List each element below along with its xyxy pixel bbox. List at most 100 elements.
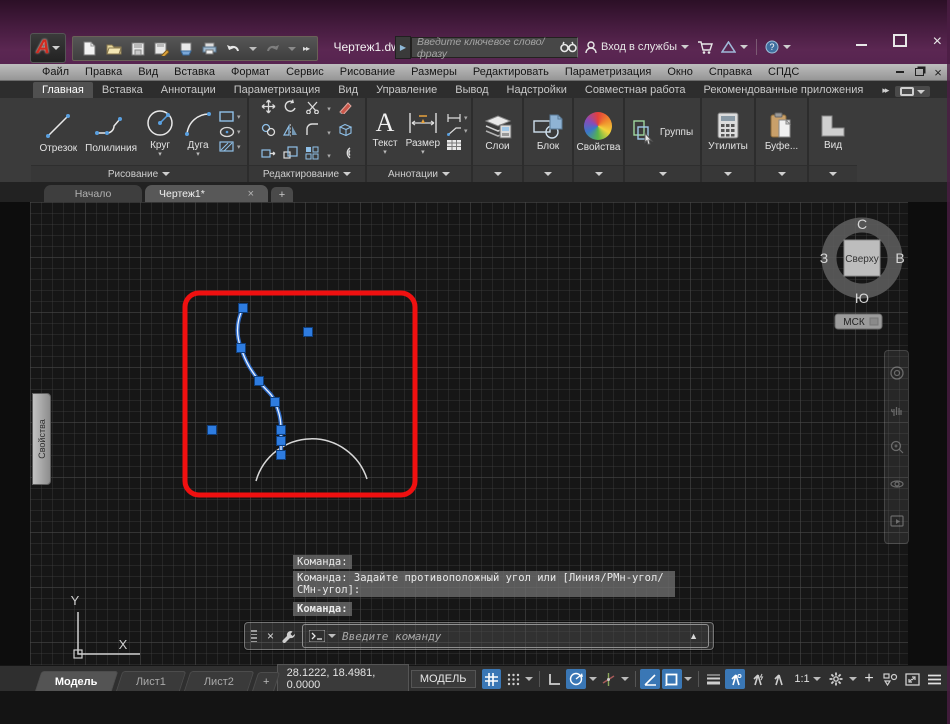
ribbon-tab-output[interactable]: Вывод	[446, 82, 497, 98]
close-button[interactable]: ×	[933, 34, 942, 50]
search-binoculars-icon[interactable]	[560, 41, 577, 53]
panel-clipboard-footer[interactable]	[756, 165, 807, 182]
print-icon[interactable]	[201, 40, 218, 57]
ellipse-button[interactable]: ▾	[219, 126, 241, 138]
grid-toggle[interactable]	[481, 669, 502, 689]
clean-screen-toggle[interactable]	[903, 669, 923, 689]
command-bar-close-icon[interactable]: ×	[261, 629, 280, 643]
polyline-button[interactable]: Полилиния	[83, 111, 139, 154]
panel-utilities-footer[interactable]	[702, 165, 754, 182]
circle-button[interactable]: Круг ▾	[143, 108, 177, 158]
save-icon[interactable]	[129, 40, 146, 57]
fillet-button[interactable]	[305, 123, 320, 142]
open-file-icon[interactable]	[105, 40, 122, 57]
mdi-close-button[interactable]: ×	[932, 65, 944, 80]
menu-parametric[interactable]: Параметризация	[557, 64, 659, 80]
file-tab-start[interactable]: Начало	[44, 185, 142, 202]
polar-tracking-toggle[interactable]	[566, 669, 587, 689]
isodraft-toggle[interactable]	[599, 669, 619, 689]
redo-icon[interactable]	[264, 40, 281, 57]
snap-dropdown-icon[interactable]	[525, 669, 534, 689]
store-cart-icon[interactable]	[697, 40, 714, 54]
mdi-restore-button[interactable]	[913, 66, 925, 78]
viewcube-north[interactable]: С	[857, 216, 867, 232]
arc-entity[interactable]	[255, 438, 368, 482]
viewcube[interactable]: С Ю З В Сверху МСК	[820, 216, 905, 330]
menu-window[interactable]: Окно	[659, 64, 701, 80]
ribbon-tab-featured-apps[interactable]: Рекомендованные приложения	[695, 82, 873, 98]
annotation-autoscale-toggle[interactable]	[747, 669, 767, 689]
undo-dropdown-icon[interactable]	[249, 46, 257, 51]
command-bar[interactable]: × Введите команду ▲	[244, 622, 714, 650]
snap-toggle[interactable]	[503, 669, 523, 689]
ucs-selector-dropdown-icon[interactable]	[869, 317, 879, 326]
hatch-button[interactable]: ▾	[219, 141, 241, 153]
lineweight-toggle[interactable]	[704, 669, 724, 689]
ucs-icon[interactable]: Y X	[71, 593, 140, 659]
save-as-icon[interactable]	[153, 40, 170, 57]
annotation-scale-icon[interactable]	[769, 669, 789, 689]
undo-icon[interactable]	[225, 40, 242, 57]
menu-help[interactable]: Справка	[701, 64, 760, 80]
leader-button[interactable]: ▾	[446, 126, 468, 136]
panel-block-footer[interactable]	[524, 165, 572, 182]
menu-modify[interactable]: Редактировать	[465, 64, 557, 80]
command-bar-drag-handle[interactable]	[245, 630, 261, 642]
panel-draw-footer[interactable]: Рисование	[31, 165, 247, 182]
grip-points[interactable]	[207, 303, 313, 460]
text-button[interactable]: A Текст ▾	[370, 109, 399, 156]
ribbon-tab-view[interactable]: Вид	[329, 82, 367, 98]
signin-button[interactable]: Вход в службы	[585, 40, 690, 54]
menu-dimension[interactable]: Размеры	[403, 64, 465, 80]
dimension-button[interactable]: Размер ▾	[404, 110, 442, 156]
array-button[interactable]	[305, 146, 320, 165]
mdi-minimize-button[interactable]	[894, 66, 906, 78]
layout-tab-model[interactable]: Модель	[34, 671, 119, 692]
panel-modify-footer[interactable]: Редактирование	[249, 165, 365, 182]
command-history-expand-icon[interactable]: ▲	[689, 631, 702, 641]
rotate-button[interactable]	[283, 99, 298, 119]
clipboard-button[interactable]: Буфе...	[763, 112, 800, 152]
search-go-icon[interactable]: ▶	[395, 36, 411, 59]
groups-icon[interactable]	[632, 119, 654, 145]
menu-file[interactable]: Файл	[34, 64, 77, 80]
offset-button[interactable]	[338, 146, 353, 165]
menu-tools[interactable]: Сервис	[278, 64, 332, 80]
zoom-icon[interactable]	[890, 440, 904, 454]
navigation-bar[interactable]	[884, 350, 909, 544]
panel-groups-footer[interactable]	[625, 165, 700, 182]
drawing-canvas[interactable]: Y X С Ю З В Сверху МСК Свойства Команда:…	[0, 202, 950, 665]
mirror-button[interactable]	[283, 123, 298, 142]
gear-dropdown-icon[interactable]	[848, 669, 857, 689]
object-snap-dropdown-icon[interactable]	[684, 669, 693, 689]
panel-layers-footer[interactable]	[473, 165, 522, 182]
menu-draw[interactable]: Рисование	[332, 64, 403, 80]
rectangle-button[interactable]: ▾	[219, 111, 241, 123]
menu-format[interactable]: Формат	[223, 64, 278, 80]
table-button[interactable]	[446, 139, 468, 151]
new-layout-button[interactable]: +	[251, 672, 280, 692]
utilities-button[interactable]: Утилиты	[706, 112, 750, 152]
ribbon-tab-collaborate[interactable]: Совместная работа	[576, 82, 695, 98]
ribbon-tab-annotate[interactable]: Аннотации	[152, 82, 225, 98]
layout-tab-layout1[interactable]: Лист1	[115, 671, 187, 692]
customization-gear-icon[interactable]	[827, 669, 847, 689]
autodesk360-button[interactable]	[721, 41, 749, 53]
layers-button[interactable]: Слои	[480, 113, 516, 152]
properties-palette-tab[interactable]: Свойства	[32, 393, 51, 485]
polar-dropdown-icon[interactable]	[588, 669, 597, 689]
leader-style-button[interactable]: ▾	[446, 113, 468, 123]
crosshair-toggle[interactable]: +	[859, 669, 879, 689]
model-space-button[interactable]: МОДЕЛЬ	[410, 670, 476, 688]
ribbon-tab-home[interactable]: Главная	[33, 82, 93, 98]
object-snap-tracking-toggle[interactable]	[640, 669, 661, 689]
maximize-button[interactable]	[892, 34, 907, 49]
layout-tab-layout2[interactable]: Лист2	[183, 671, 255, 692]
properties-button[interactable]: Свойства	[575, 111, 623, 153]
command-bar-customize-icon[interactable]	[280, 630, 302, 643]
ribbon-display-toggle[interactable]	[895, 86, 931, 97]
panel-annotation-footer[interactable]: Аннотации	[367, 165, 471, 182]
block-button[interactable]: Блок	[530, 113, 566, 152]
arc-button[interactable]: Дуга ▾	[181, 108, 215, 158]
isolate-objects-toggle[interactable]	[881, 669, 901, 689]
